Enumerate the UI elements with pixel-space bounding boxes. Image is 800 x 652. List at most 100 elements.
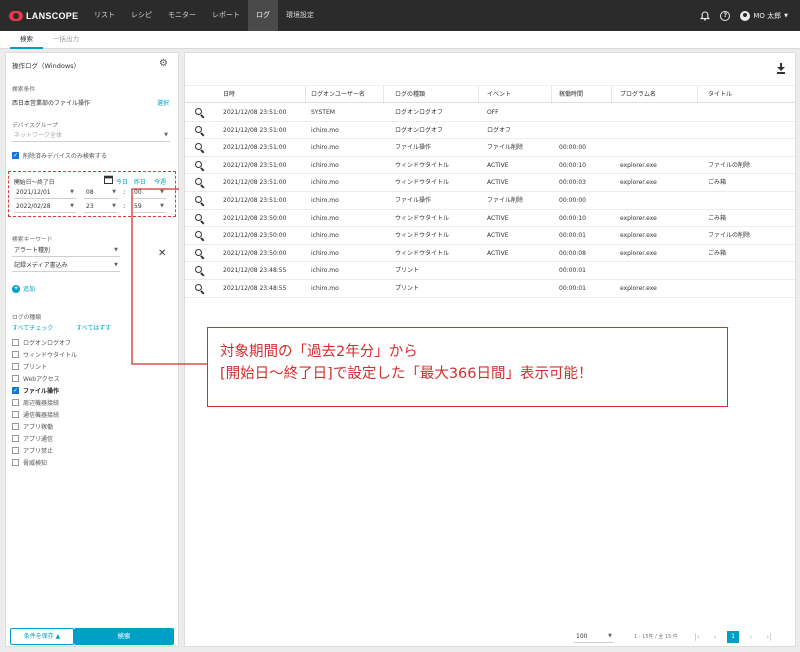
column-header[interactable]: ログの種類 [391, 86, 425, 104]
table-row[interactable]: 2021/12/08 23:51:00 ichiro.mo ウィンドウタイトル ACT… [185, 157, 795, 175]
table-row[interactable]: 2021/12/08 23:48:55 ichiro.mo プリント 00:00:01… [185, 280, 795, 298]
nav-list[interactable]: リスト [86, 0, 123, 31]
table-cell: ACTIVE [487, 161, 509, 169]
log-type-checkbox[interactable]: ウィンドウタイトル [12, 350, 77, 359]
table-cell: ウィンドウタイトル [395, 214, 450, 222]
log-type-label-text: ファイル操作 [23, 388, 60, 395]
chevron-down-icon: ▼ [112, 189, 116, 195]
add-keyword-button[interactable]: + 追加 [12, 284, 35, 293]
checkbox-icon [12, 399, 19, 406]
nav-settings[interactable]: 環境設定 [278, 0, 322, 31]
prev-page-icon[interactable]: ‹ [709, 631, 721, 643]
start-hour-value: 08 [86, 189, 94, 196]
keyword-label: 検索キーワード [12, 237, 53, 243]
yesterday-link[interactable]: 昨日 [134, 177, 146, 186]
check-all-link[interactable]: すべてチェック [12, 323, 53, 332]
save-condition-button[interactable]: 条件を保存 ▲ [10, 628, 74, 645]
search-button[interactable]: 検索 [74, 628, 174, 645]
gear-icon[interactable]: ⚙ [159, 58, 168, 69]
table-row[interactable]: 2021/12/08 23:48:55 ichiro.mo プリント 00:00:01 [185, 262, 795, 280]
deleted-devices-checkbox[interactable]: ✓ 削除済みデバイスのみ検索する [12, 151, 107, 160]
magnifier-icon[interactable] [195, 284, 205, 295]
chevron-down-icon: ▼ [160, 189, 164, 195]
help-icon[interactable]: ? [720, 10, 731, 21]
user-menu[interactable]: MO 太郎 ▼ [740, 10, 788, 21]
log-type-checkbox[interactable]: プリント [12, 362, 47, 371]
table-cell: 00:00:03 [559, 179, 586, 187]
magnifier-icon[interactable] [195, 266, 205, 277]
nav-report[interactable]: レポート [204, 0, 248, 31]
column-header[interactable]: 日時 [219, 86, 235, 104]
end-minute-value: 59 [134, 203, 142, 210]
end-date-select[interactable]: 2022/02/28 ▼ [14, 201, 76, 213]
end-minute-select[interactable]: 59 ▼ [132, 201, 166, 213]
calendar-icon[interactable] [104, 175, 113, 184]
log-type-checkbox[interactable]: 周辺機器接続 [12, 398, 59, 407]
start-minute-select[interactable]: 00 ▼ [132, 187, 166, 199]
log-type-checkbox[interactable]: ✓ ファイル操作 [12, 386, 59, 395]
device-group-select[interactable]: ネットワーク全体 ▼ [12, 130, 170, 142]
table-cell [555, 122, 559, 140]
download-icon[interactable] [777, 63, 785, 74]
table-row[interactable]: 2021/12/08 23:51:00 ichiro.mo ファイル操作 ファイル削除… [185, 192, 795, 210]
next-page-icon[interactable]: › [745, 631, 757, 643]
close-icon[interactable]: ✕ [158, 248, 166, 259]
log-type-checkbox[interactable]: アプリ稼働 [12, 422, 53, 431]
end-hour-select[interactable]: 23 ▼ [84, 201, 118, 213]
tab-bulk-export[interactable]: 一括出力 [43, 31, 89, 49]
magnifier-icon[interactable] [195, 108, 205, 119]
log-type-checkbox[interactable]: ログオンログオフ [12, 338, 71, 347]
table-row[interactable]: 2021/12/08 23:50:00 ichiro.mo ウィンドウタイトル ACT… [185, 227, 795, 245]
magnifier-icon[interactable] [195, 143, 205, 154]
keyword-value: 記録メディア書込み [14, 262, 68, 269]
per-page-select[interactable]: 100 ▼ [574, 631, 614, 643]
magnifier-icon[interactable] [195, 231, 205, 242]
table-cell: ウィンドウタイトル [395, 249, 450, 257]
magnifier-icon[interactable] [195, 213, 205, 224]
table-row[interactable]: 2021/12/08 23:51:00 SYSTEM ログオンログオフ OFF [185, 104, 795, 122]
keyword-type-select[interactable]: アラート種別 ▼ [12, 245, 120, 257]
magnifier-icon[interactable] [195, 196, 205, 207]
nav-recipe[interactable]: レシピ [123, 0, 160, 31]
column-header[interactable]: タイトル [704, 86, 732, 104]
table-row[interactable]: 2021/12/08 23:50:00 ichiro.mo ウィンドウタイトル ACT… [185, 245, 795, 263]
select-link[interactable]: 選択 [157, 98, 169, 107]
table-row[interactable]: 2021/12/08 23:51:00 ichiro.mo ファイル操作 ファイル削除… [185, 139, 795, 157]
magnifier-icon[interactable] [195, 160, 205, 172]
nav-monitor[interactable]: モニター [160, 0, 204, 31]
magnifier-icon[interactable] [195, 248, 205, 260]
column-header[interactable]: イベント [483, 86, 511, 104]
column-header[interactable]: 稼働時間 [555, 86, 583, 104]
last-page-icon[interactable]: ›| [763, 631, 775, 643]
log-type-checkbox[interactable]: アプリ通信 [12, 434, 53, 443]
table-cell: ファイル操作 [395, 144, 432, 152]
magnifier-icon[interactable] [195, 178, 205, 189]
this-week-link[interactable]: 今週 [154, 177, 166, 186]
bell-icon[interactable] [700, 10, 711, 21]
table-cell: ichiro.mo [311, 232, 339, 240]
today-link[interactable]: 今日 [116, 177, 128, 186]
column-header[interactable]: ログオンユーザー名 [307, 86, 365, 104]
checkbox-icon [12, 447, 19, 454]
log-type-checkbox[interactable]: 脅威検知 [12, 458, 47, 467]
keyword-value-select[interactable]: 記録メディア書込み ▼ [12, 260, 120, 272]
table-row[interactable]: 2021/12/08 23:51:00 ichiro.mo ログオンログオフ ログオフ [185, 122, 795, 140]
start-date-select[interactable]: 2021/12/01 ▼ [14, 187, 76, 199]
current-page[interactable]: 1 [727, 631, 739, 643]
log-type-checkbox[interactable]: アプリ禁止 [12, 446, 53, 455]
panel-title: 操作ログ（Windows） [12, 62, 81, 70]
table-row[interactable]: 2021/12/08 23:50:00 ichiro.mo ウィンドウタイトル ACT… [185, 210, 795, 228]
start-hour-select[interactable]: 08 ▼ [84, 187, 118, 199]
column-header[interactable]: プログラム名 [616, 86, 656, 104]
first-page-icon[interactable]: |‹ [691, 631, 703, 643]
uncheck-all-link[interactable]: すべてはずす [76, 323, 111, 332]
nav-log[interactable]: ログ [248, 0, 278, 31]
magnifier-icon[interactable] [195, 125, 205, 136]
table-row[interactable]: 2021/12/08 23:51:00 ichiro.mo ウィンドウタイトル ACT… [185, 174, 795, 192]
log-type-checkbox[interactable]: 通信機器接続 [12, 410, 59, 419]
table-cell: ichiro.mo [311, 249, 339, 257]
log-type-checkbox[interactable]: Webアクセス [12, 374, 60, 383]
tab-search[interactable]: 検索 [10, 31, 43, 49]
logo[interactable]: LANSCOPE [9, 10, 86, 21]
table-cell: explorer.exe [620, 249, 657, 257]
